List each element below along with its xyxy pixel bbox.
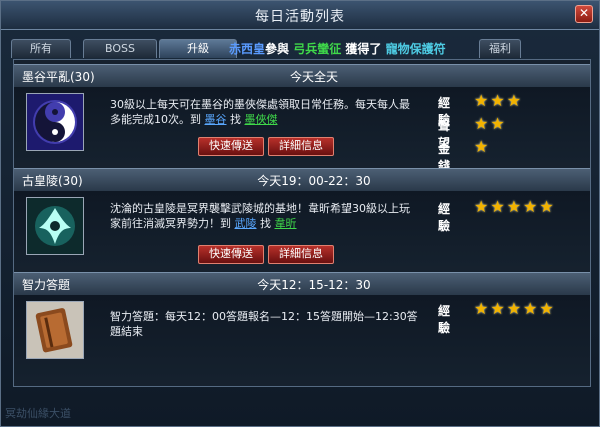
marquee-obtained: 獲得了 <box>345 42 382 56</box>
star-rating: ★★★★★ <box>474 197 556 216</box>
location-link[interactable]: 武陵 <box>235 217 257 230</box>
yin-yang-icon <box>26 93 84 151</box>
event-description: 沈淪的古皇陵是冥界襲擊武陵城的基地！韋昕希望30級以上玩家前往消滅冥界勢力！到 … <box>110 201 420 231</box>
background-caption: 冥劫仙緣大道 <box>5 407 71 420</box>
marquee-player: 赤西皇 <box>229 42 266 56</box>
npc-link[interactable]: 墨俠傑 <box>245 113 278 126</box>
event-time: 今天全天 <box>289 70 338 84</box>
close-button[interactable]: ✕ <box>575 5 593 23</box>
announcement-marquee: 赤西皇參與 弓兵蠻征 獲得了 寵物保護符 <box>229 40 446 58</box>
phoenix-emblem-icon <box>26 197 84 255</box>
event-time: 今天19：00-22：30 <box>257 174 371 188</box>
event-header: 古皇陵(30) 今天19：00-22：30 <box>14 168 590 192</box>
teleport-button[interactable]: 快速傳送 <box>198 137 264 156</box>
star-rating: ★★ <box>474 114 507 133</box>
star-rating: ★ <box>474 137 491 156</box>
details-button[interactable]: 詳細信息 <box>268 137 334 156</box>
star-rating: ★★★ <box>474 91 524 110</box>
marquee-activity: 弓兵蠻征 <box>293 42 342 56</box>
details-button[interactable]: 詳細信息 <box>268 245 334 264</box>
window-title: 每日活動列表 <box>255 9 345 25</box>
location-link[interactable]: 墨谷 <box>205 113 227 126</box>
event-description: 智力答題：每天12：00答題報名—12：15答題開始—12:30答題結束 <box>110 310 418 338</box>
teleport-button[interactable]: 快速傳送 <box>198 245 264 264</box>
reward-label: 經驗 <box>438 202 451 233</box>
tab-levelup[interactable]: 升級 <box>159 39 237 58</box>
title-bar[interactable]: 每日活動列表 ✕ <box>1 1 599 30</box>
event-name: 古皇陵(30) <box>22 174 83 188</box>
event-body: 30級以上每天可在墨谷的墨俠傑處領取日常任務。每天每人最多能完成10次。到 墨谷… <box>14 87 590 173</box>
tab-boss[interactable]: BOSS <box>83 39 157 58</box>
event-header: 墨谷平亂(30) 今天全天 <box>14 64 590 88</box>
event-name: 墨谷平亂(30) <box>22 70 95 84</box>
event-name: 智力答題 <box>22 278 71 292</box>
event-time: 今天12：15-12：30 <box>257 278 371 292</box>
daily-activity-window: 每日活動列表 ✕ 所有 BOSS 升級 福利 赤西皇參與 弓兵蠻征 獲得了 寵物… <box>0 0 600 427</box>
reward-label: 經驗 <box>438 304 451 335</box>
star-rating: ★★★★★ <box>474 299 556 318</box>
tab-welfare[interactable]: 福利 <box>479 39 521 58</box>
desc-mid: 找 <box>256 217 275 230</box>
event-header: 智力答題 今天12：15-12：30 <box>14 272 590 296</box>
event-description: 30級以上每天可在墨谷的墨俠傑處領取日常任務。每天每人最多能完成10次。到 墨谷… <box>110 97 420 127</box>
event-list: 墨谷平亂(30) 今天全天 30級以上每天可在墨谷的墨俠傑處領取日常任務。每天每… <box>13 59 591 387</box>
event-body: 沈淪的古皇陵是冥界襲擊武陵城的基地！韋昕希望30級以上玩家前往消滅冥界勢力！到 … <box>14 191 590 266</box>
marquee-item: 寵物保護符 <box>385 42 446 56</box>
tab-all[interactable]: 所有 <box>11 39 71 58</box>
scroll-book-icon <box>26 301 84 359</box>
desc-mid: 找 <box>226 113 245 126</box>
npc-link[interactable]: 韋昕 <box>275 217 297 230</box>
marquee-verb: 參與 <box>265 42 290 56</box>
event-body: 智力答題：每天12：00答題報名—12：15答題開始—12:30答題結束 經驗 … <box>14 295 590 380</box>
